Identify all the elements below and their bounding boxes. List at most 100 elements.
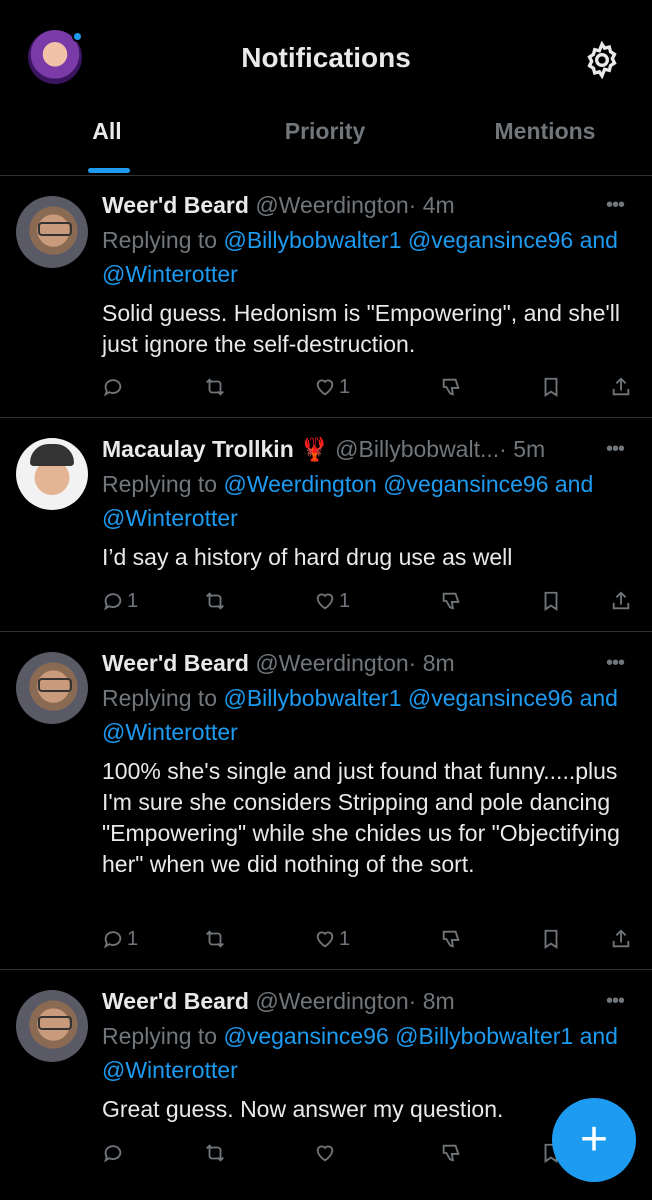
- repost-button[interactable]: [204, 372, 226, 402]
- unread-dot: [72, 31, 83, 42]
- mention-link[interactable]: @vegansince96: [408, 227, 573, 253]
- post-header: Weer'd Beard @Weerdington· 4m: [102, 192, 455, 219]
- like-button[interactable]: [314, 1138, 339, 1168]
- avatar[interactable]: [16, 438, 88, 510]
- bookmark-icon: [544, 591, 558, 611]
- mention-link[interactable]: @Weerdington: [223, 471, 376, 497]
- reply-button[interactable]: 1: [102, 924, 138, 954]
- downvote-button[interactable]: [440, 372, 462, 402]
- replying-to: Replying to @vegansince96 @Billybobwalte…: [102, 1023, 618, 1083]
- post-text: 100% she's single and just found that fu…: [102, 758, 620, 877]
- tab-all[interactable]: All: [74, 118, 140, 145]
- heart-icon: [316, 379, 334, 396]
- tab-priority[interactable]: Priority: [240, 118, 410, 145]
- downvote-button[interactable]: [440, 1138, 462, 1168]
- bookmark-icon: [544, 377, 558, 397]
- repost-button[interactable]: [204, 586, 226, 616]
- avatar[interactable]: [16, 196, 88, 268]
- repost-icon: [206, 378, 224, 396]
- post-header: Weer'd Beard @Weerdington· 8m: [102, 988, 455, 1015]
- share-button[interactable]: [610, 372, 632, 402]
- more-icon[interactable]: •••: [606, 194, 636, 217]
- reply-button[interactable]: 1: [102, 586, 138, 616]
- thumbs-down-icon: [442, 930, 460, 948]
- bookmark-button[interactable]: [540, 924, 562, 954]
- reply-icon: [104, 931, 122, 949]
- notification-post[interactable]: Weer'd Beard @Weerdington· 8m ••• Replyi…: [0, 970, 652, 1200]
- repost-button[interactable]: [204, 924, 226, 954]
- like-button[interactable]: 1: [314, 924, 350, 954]
- mention-link[interactable]: @Winterotter: [102, 505, 238, 531]
- post-time: · 8m: [408, 650, 455, 676]
- mention-link[interactable]: @Billybobwalter1: [395, 1023, 573, 1049]
- bookmark-button[interactable]: [540, 586, 562, 616]
- post-time: · 5m: [499, 436, 546, 462]
- more-icon[interactable]: •••: [606, 438, 636, 461]
- bookmark-icon: [544, 929, 558, 949]
- author-name[interactable]: Weer'd Beard: [102, 192, 249, 218]
- author-name[interactable]: Macaulay Trollkin: [102, 436, 294, 462]
- post-time: · 4m: [408, 192, 455, 218]
- reply-icon: [104, 1145, 122, 1163]
- downvote-button[interactable]: [440, 586, 462, 616]
- thumbs-down-icon: [442, 1144, 460, 1162]
- reply-icon: [104, 593, 122, 611]
- mention-link[interactable]: @Billybobwalter1: [223, 685, 401, 711]
- author-handle[interactable]: @Weerdington: [255, 192, 408, 218]
- post-time: · 8m: [408, 988, 455, 1014]
- post-header: Macaulay Trollkin 🦞 @Billybobwalt...· 5m: [102, 436, 545, 463]
- mention-link[interactable]: @Billybobwalter1: [223, 227, 401, 253]
- post-text: I’d say a history of hard drug use as we…: [102, 544, 513, 570]
- heart-icon: [316, 1145, 334, 1162]
- mention-link[interactable]: @Winterotter: [102, 719, 238, 745]
- mention-link[interactable]: @vegansince96: [223, 1023, 388, 1049]
- repost-button[interactable]: [204, 1138, 226, 1168]
- compose-button[interactable]: +: [552, 1098, 636, 1182]
- bookmark-button[interactable]: [540, 372, 562, 402]
- mention-link[interactable]: @vegansince96: [408, 685, 573, 711]
- author-name[interactable]: Weer'd Beard: [102, 650, 249, 676]
- author-handle[interactable]: @Billybobwalt...: [335, 436, 499, 462]
- share-button[interactable]: [610, 924, 632, 954]
- post-text: Solid guess. Hedonism is "Empowering", a…: [102, 300, 621, 357]
- page-title: Notifications: [241, 42, 411, 73]
- heart-icon: [316, 593, 334, 610]
- like-button[interactable]: 1: [314, 372, 350, 402]
- gear-icon[interactable]: [582, 40, 622, 80]
- author-handle[interactable]: @Weerdington: [255, 988, 408, 1014]
- replying-to: Replying to @Weerdington @vegansince96 a…: [102, 471, 594, 531]
- heart-icon: [316, 931, 334, 948]
- like-button[interactable]: 1: [314, 586, 350, 616]
- mention-link[interactable]: @vegansince96: [383, 471, 548, 497]
- avatar[interactable]: [16, 652, 88, 724]
- author-handle[interactable]: @Weerdington: [255, 650, 408, 676]
- mention-link[interactable]: @Winterotter: [102, 1057, 238, 1083]
- repost-icon: [206, 1144, 224, 1162]
- more-icon[interactable]: •••: [606, 652, 636, 675]
- thumbs-down-icon: [442, 378, 460, 396]
- replying-to: Replying to @Billybobwalter1 @vegansince…: [102, 227, 618, 287]
- share-icon: [612, 929, 630, 948]
- notification-post[interactable]: Weer'd Beard @Weerdington· 8m ••• Replyi…: [0, 632, 652, 970]
- header: Notifications All Priority Mentions: [0, 0, 652, 176]
- avatar[interactable]: [16, 990, 88, 1062]
- repost-icon: [206, 592, 224, 610]
- reply-button[interactable]: [102, 1138, 127, 1168]
- author-name[interactable]: Weer'd Beard: [102, 988, 249, 1014]
- reply-button[interactable]: [102, 372, 127, 402]
- tab-mentions[interactable]: Mentions: [460, 118, 630, 145]
- repost-icon: [206, 930, 224, 948]
- post-actions: 1 1: [102, 924, 642, 954]
- share-icon: [612, 377, 630, 396]
- downvote-button[interactable]: [440, 924, 462, 954]
- post-header: Weer'd Beard @Weerdington· 8m: [102, 650, 455, 677]
- share-button[interactable]: [610, 586, 632, 616]
- mention-link[interactable]: @Winterotter: [102, 261, 238, 287]
- thumbs-down-icon: [442, 592, 460, 610]
- notification-post[interactable]: Weer'd Beard @Weerdington· 4m ••• Replyi…: [0, 176, 652, 418]
- replying-to: Replying to @Billybobwalter1 @vegansince…: [102, 685, 618, 745]
- post-actions: 1 1: [102, 586, 642, 616]
- more-icon[interactable]: •••: [606, 990, 636, 1013]
- notification-post[interactable]: Macaulay Trollkin 🦞 @Billybobwalt...· 5m…: [0, 418, 652, 632]
- lobster-emoji: 🦞: [300, 436, 329, 462]
